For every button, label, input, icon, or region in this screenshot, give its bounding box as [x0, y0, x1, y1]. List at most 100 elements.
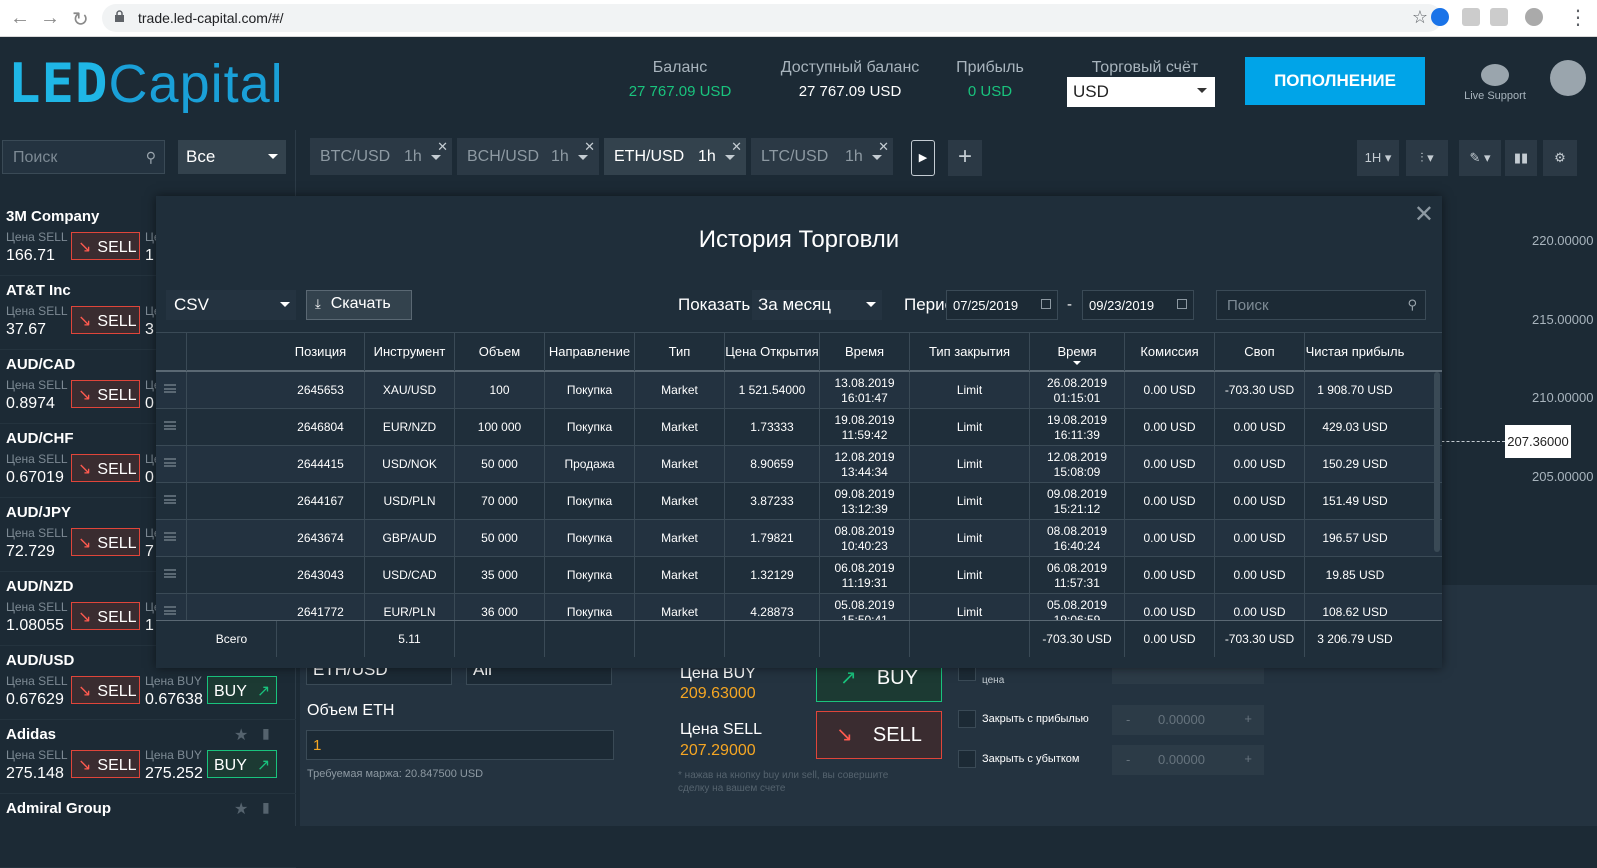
- sell-button[interactable]: ↘ SELL: [71, 306, 140, 334]
- row-drag-handle[interactable]: [156, 372, 187, 409]
- close-tab-icon[interactable]: ✕: [437, 139, 448, 155]
- sell-button[interactable]: ↘ SELL: [71, 528, 140, 556]
- chevron-down-icon[interactable]: [578, 155, 588, 165]
- table-row[interactable]: 2643043 USD/CAD 35 000 Покупка Market 1.32129…: [156, 557, 1442, 594]
- column-header[interactable]: Комиссия: [1125, 333, 1215, 371]
- download-icon: ⤓: [315, 296, 321, 311]
- table-row[interactable]: 2646804 EUR/NZD 100 000 Покупка Market 1.7333…: [156, 409, 1442, 446]
- history-search-input[interactable]: Поиск ⚲: [1216, 290, 1426, 320]
- forward-icon[interactable]: →: [40, 7, 60, 30]
- stop-loss-checkbox[interactable]: [958, 750, 976, 768]
- column-header[interactable]: Тип закрытия: [910, 333, 1030, 371]
- favorite-star-icon[interactable]: ★: [234, 725, 248, 745]
- chart-tab[interactable]: BTC/USD 1h ✕: [310, 138, 452, 175]
- column-header[interactable]: Своп: [1215, 333, 1305, 371]
- timeframe-button[interactable]: 1H ▾: [1357, 140, 1399, 176]
- export-format-select[interactable]: CSV: [166, 290, 296, 320]
- instrument-item[interactable]: Admiral Group ★ ▮: [0, 794, 296, 868]
- chart-tab-symbol: ETH/USD: [614, 148, 685, 165]
- download-button[interactable]: ⤓ Скачать: [306, 290, 412, 320]
- extension-icon[interactable]: [1462, 8, 1480, 26]
- chart-tab[interactable]: BCH/USD 1h ✕: [457, 138, 599, 175]
- account-select[interactable]: USD: [1067, 77, 1215, 107]
- close-tab-icon[interactable]: ✕: [878, 139, 889, 155]
- draw-pencil-icon[interactable]: ✎ ▾: [1459, 140, 1501, 176]
- buy-button[interactable]: BUY ↗: [207, 676, 277, 704]
- buy-button[interactable]: BUY ↗: [207, 750, 277, 778]
- column-header[interactable]: Тип: [635, 333, 725, 371]
- column-header[interactable]: Цена Открытия: [725, 333, 820, 371]
- table-row[interactable]: 2643674 GBP/AUD 50 000 Покупка Market 1.79821…: [156, 520, 1442, 557]
- plus-icon[interactable]: +: [1244, 711, 1252, 726]
- row-drag-handle[interactable]: [156, 409, 187, 446]
- sell-button[interactable]: ↘ SELL: [71, 750, 140, 778]
- column-header[interactable]: Позиция: [277, 333, 365, 371]
- chart-tab[interactable]: LTC/USD 1h ✕: [751, 138, 893, 175]
- table-scrollbar[interactable]: [1434, 372, 1440, 552]
- date-to-input[interactable]: 09/23/2019: [1082, 290, 1194, 320]
- column-header[interactable]: Объем: [455, 333, 545, 371]
- sell-button[interactable]: ↘ SELL: [71, 454, 140, 482]
- chevron-down-icon[interactable]: [725, 155, 735, 165]
- sell-button[interactable]: ↘ SELL: [71, 676, 140, 704]
- browser-menu-icon[interactable]: ⋮: [1568, 5, 1588, 30]
- column-header[interactable]: Время открытия: [820, 333, 910, 397]
- row-drag-handle[interactable]: [156, 483, 187, 520]
- row-drag-handle[interactable]: [156, 594, 187, 620]
- instrument-filter-select[interactable]: Все: [178, 140, 286, 174]
- live-support-button[interactable]: Live Support: [1455, 64, 1535, 102]
- cell-close-type: Limit: [910, 446, 1030, 483]
- chart-type-icon[interactable]: ⫶ ▾: [1406, 140, 1448, 176]
- show-period-select[interactable]: За месяц: [752, 290, 882, 320]
- table-row[interactable]: 2645653 XAU/USD 100 Покупка Market 1 521.5400…: [156, 372, 1442, 409]
- sell-button[interactable]: ↘ SELL: [71, 602, 140, 630]
- chart-bars-icon[interactable]: ▮: [262, 725, 270, 742]
- chart-tab[interactable]: ETH/USD 1h ✕: [604, 138, 746, 175]
- tabs-scroll-button[interactable]: ▶: [911, 140, 935, 176]
- chart-tab-symbol: LTC/USD: [761, 148, 829, 165]
- bookmark-star-icon[interactable]: ☆: [1412, 7, 1428, 28]
- row-drag-handle[interactable]: [156, 520, 187, 557]
- sell-button[interactable]: ↘ SELL: [816, 711, 942, 759]
- stop-loss-stepper[interactable]: - 0.00000 +: [1112, 745, 1264, 775]
- row-drag-handle[interactable]: [156, 557, 187, 594]
- date-from-input[interactable]: 07/25/2019: [946, 290, 1058, 320]
- back-icon[interactable]: ←: [10, 7, 30, 30]
- logo[interactable]: LEDCapital: [8, 52, 284, 115]
- table-row[interactable]: 2644167 USD/PLN 70 000 Покупка Market 3.87233…: [156, 483, 1442, 520]
- column-header[interactable]: Направление: [545, 333, 635, 371]
- address-bar[interactable]: trade.led-capital.com/#/ ☆: [102, 4, 1442, 32]
- take-profit-stepper[interactable]: - 0.00000 +: [1112, 705, 1264, 735]
- minus-icon[interactable]: -: [1126, 712, 1130, 727]
- extension-cloud-icon[interactable]: [1431, 8, 1449, 26]
- table-row[interactable]: 2641772 EUR/PLN 36 000 Покупка Market 4.28873…: [156, 594, 1442, 620]
- chevron-down-icon[interactable]: [431, 155, 441, 165]
- table-row[interactable]: 2644415 USD/NOK 50 000 Продажа Market 8.90659…: [156, 446, 1442, 483]
- indicators-icon[interactable]: ▮▮: [1505, 140, 1537, 176]
- plus-icon[interactable]: +: [1244, 751, 1252, 766]
- take-profit-checkbox[interactable]: [958, 710, 976, 728]
- user-avatar[interactable]: [1550, 60, 1586, 96]
- row-drag-handle[interactable]: [156, 446, 187, 483]
- instrument-search-input[interactable]: Поиск ⚲: [2, 140, 165, 174]
- add-tab-button[interactable]: +: [948, 140, 982, 176]
- instrument-item[interactable]: Adidas Цена SELL 275.148 ↘ SELL Цена BUY 275.2…: [0, 720, 296, 794]
- column-header[interactable]: Инструмент: [365, 333, 455, 371]
- volume-input[interactable]: 1: [306, 730, 614, 760]
- minus-icon[interactable]: -: [1126, 752, 1130, 767]
- column-header[interactable]: Чистая прибыль: [1305, 333, 1405, 371]
- chart-bars-icon[interactable]: ▮: [262, 799, 270, 816]
- reload-icon[interactable]: ↻: [72, 7, 89, 32]
- favorite-star-icon[interactable]: ★: [234, 799, 248, 819]
- close-icon[interactable]: ✕: [1414, 200, 1434, 229]
- column-header[interactable]: Время закрытия: [1030, 333, 1125, 397]
- settings-gear-icon[interactable]: ⚙: [1543, 140, 1577, 176]
- close-tab-icon[interactable]: ✕: [584, 139, 595, 155]
- profile-icon[interactable]: [1525, 8, 1543, 26]
- sell-button[interactable]: ↘ SELL: [71, 232, 140, 260]
- close-tab-icon[interactable]: ✕: [731, 139, 742, 155]
- sell-button[interactable]: ↘ SELL: [71, 380, 140, 408]
- deposit-button[interactable]: ПОПОЛНЕНИЕ: [1245, 57, 1425, 105]
- chevron-down-icon[interactable]: [872, 155, 882, 165]
- extension-icon-2[interactable]: [1490, 8, 1508, 26]
